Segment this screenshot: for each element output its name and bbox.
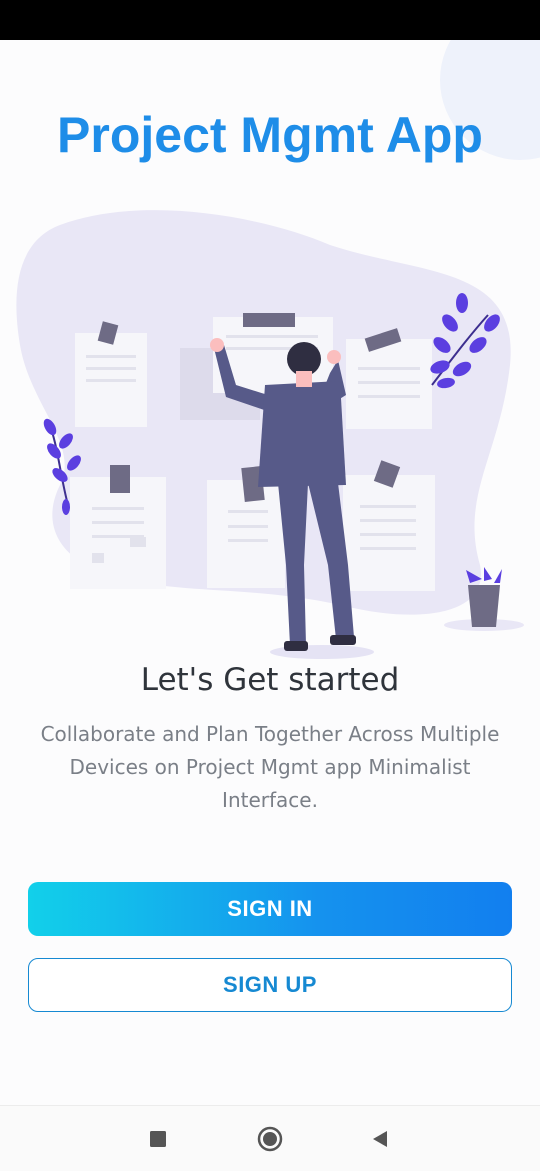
onboarding-subtitle: Collaborate and Plan Together Across Mul… bbox=[40, 722, 500, 812]
status-bar bbox=[0, 0, 540, 40]
home-circle-icon[interactable] bbox=[240, 1106, 300, 1171]
recents-square-icon[interactable] bbox=[128, 1106, 188, 1171]
onboarding-headline: Let's Get started bbox=[140, 662, 400, 698]
paper-note bbox=[70, 477, 166, 589]
sign-in-button[interactable]: SIGN IN bbox=[28, 882, 512, 936]
back-triangle-icon[interactable] bbox=[350, 1106, 410, 1171]
tape bbox=[243, 313, 295, 327]
onboarding-illustration bbox=[16, 210, 524, 659]
potted-plant bbox=[466, 567, 502, 627]
sign-up-button[interactable]: SIGN UP bbox=[28, 958, 512, 1012]
system-navigation-bar bbox=[0, 1105, 540, 1171]
app-title: Project Mgmt App bbox=[57, 107, 483, 163]
tape bbox=[110, 465, 130, 493]
onboarding-screen: Project Mgmt App Let's Get started Colla… bbox=[0, 40, 540, 1105]
